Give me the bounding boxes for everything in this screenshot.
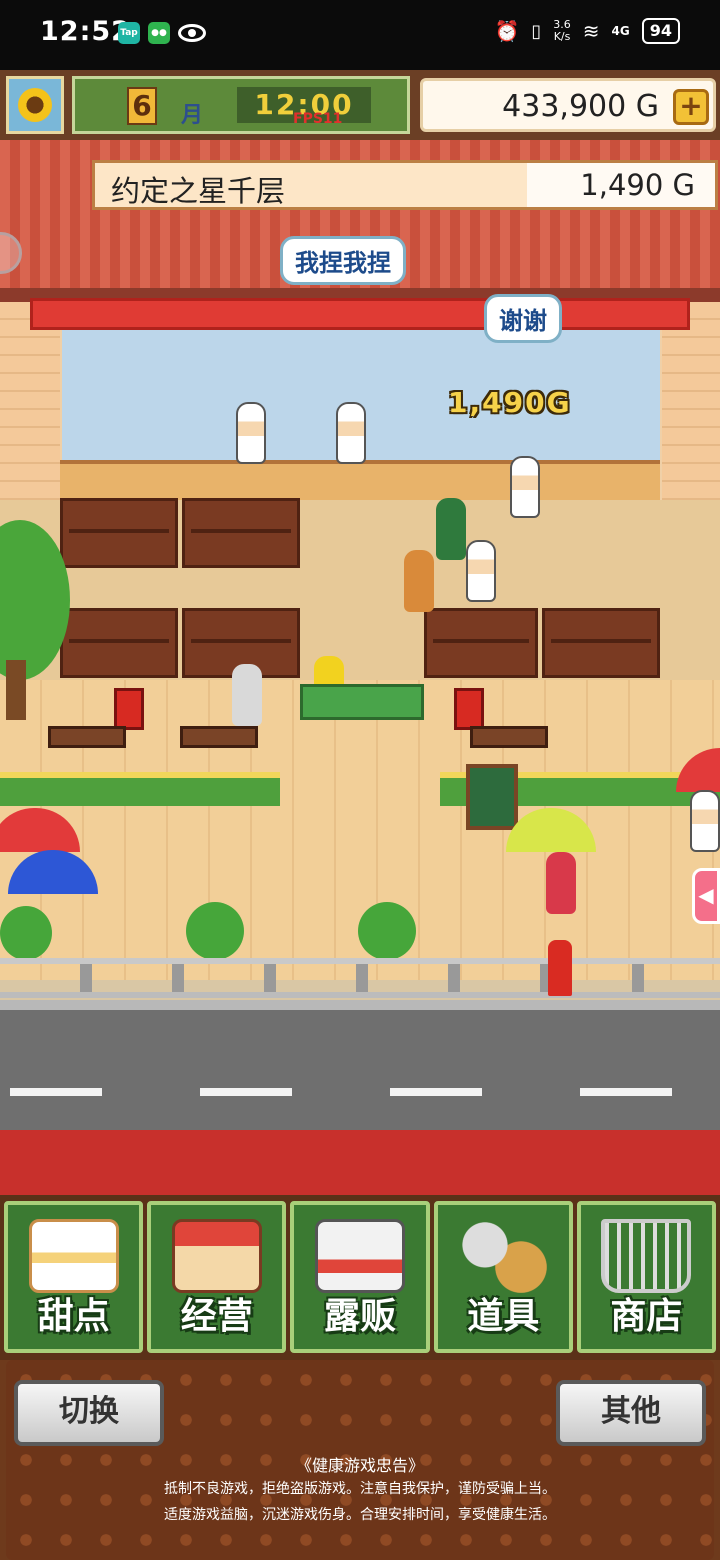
- status-bar: 12:52 Tap ●● ⏰ ▯ 3.6 K/s ≋ 4G 94: [0, 0, 720, 70]
- table: [48, 726, 126, 748]
- lane-marking: [390, 1088, 482, 1096]
- month-label: 月: [181, 103, 204, 128]
- vibrate-icon: ▯: [531, 20, 542, 42]
- lane-marking: [200, 1088, 292, 1096]
- cake-icon: [28, 1219, 119, 1293]
- speech-bubble: 我捏我捏: [280, 236, 406, 285]
- waiter-staff[interactable]: [466, 540, 496, 602]
- sunflower-icon: [18, 88, 52, 122]
- lane-marking: [580, 1088, 672, 1096]
- food-truck-icon: [315, 1219, 405, 1293]
- shop-revenue: 1,490 G: [527, 163, 715, 207]
- customer[interactable]: [436, 498, 466, 560]
- side-panel-toggle[interactable]: ◀: [692, 868, 720, 924]
- eye-icon: [178, 24, 206, 42]
- tree-trunk: [6, 660, 26, 720]
- bush: [358, 902, 416, 960]
- switch-button[interactable]: 切换: [14, 1380, 164, 1446]
- net-speed: 3.6 K/s: [553, 19, 571, 43]
- table: [180, 726, 258, 748]
- pedestrian[interactable]: [546, 852, 576, 914]
- bush: [186, 902, 244, 960]
- menu-label: 甜点: [37, 1296, 110, 1337]
- network-type: 4G: [611, 24, 630, 38]
- status-system-icons: ⏰ ▯ 3.6 K/s ≋ 4G 94: [494, 18, 680, 44]
- health-notice-line: 适度游戏益脑，沉迷游戏伤身。合理安排时间，享受健康生活。: [164, 1507, 556, 1523]
- health-notice-title: 《健康游戏忠告》: [295, 1456, 424, 1475]
- top-hud: 6 月 12:00 FPS11 433,900 G +: [0, 70, 720, 140]
- menu-label: 商店: [610, 1296, 683, 1337]
- shop-name: 约定之星千层: [111, 174, 286, 208]
- pastry-chef[interactable]: [336, 402, 366, 464]
- guard-rail: [0, 958, 720, 998]
- lane-marking: [10, 1088, 102, 1096]
- wifi-icon: ≋: [582, 19, 600, 43]
- bottom-bar: 切换 其他 《健康游戏忠告》 抵制不良游戏，拒绝盗版游戏。注意自我保护，谨防受骗…: [0, 1360, 720, 1560]
- battery-indicator: 94: [641, 18, 680, 44]
- kitchen-counter: [60, 460, 660, 500]
- display-shelf[interactable]: [542, 608, 660, 678]
- main-menu: 甜点 经营 露贩 道具 商店: [0, 1195, 720, 1360]
- date-panel: 6 月 12:00 FPS11: [72, 76, 410, 134]
- customer[interactable]: [404, 550, 434, 612]
- road: [0, 1000, 720, 1130]
- shop-icon: [171, 1219, 262, 1293]
- fps-counter: FPS11: [293, 111, 343, 127]
- month-number: 6: [127, 87, 157, 125]
- game-scene[interactable]: 约定之星千层 1,490 G 我捏我捏 谢谢 1,490G ◀: [0, 140, 720, 1195]
- pastry-chef[interactable]: [236, 402, 266, 464]
- flower-bed: [0, 772, 280, 806]
- money-value: 433,900 G: [502, 89, 659, 124]
- cashier-staff[interactable]: [510, 456, 540, 518]
- shop-emblem-button[interactable]: [6, 76, 64, 134]
- menu-label: 经营: [180, 1296, 253, 1337]
- menu-dessert-button[interactable]: 甜点: [4, 1201, 144, 1353]
- entrance-mat: [300, 684, 424, 720]
- menu-label: 露贩: [324, 1296, 397, 1337]
- chair: [454, 688, 484, 730]
- status-notification-icons: Tap ●●: [118, 22, 206, 44]
- chair: [114, 688, 144, 730]
- customer[interactable]: [232, 664, 262, 726]
- speech-bubble: 谢谢: [484, 294, 562, 343]
- add-money-button[interactable]: +: [673, 89, 709, 125]
- display-shelf[interactable]: [424, 608, 538, 678]
- fire-hydrant: [548, 940, 572, 996]
- items-icon: [458, 1219, 549, 1293]
- money-panel: 433,900 G +: [420, 78, 716, 132]
- menu-stall-button[interactable]: 露贩: [290, 1201, 430, 1353]
- menu-label: 道具: [467, 1296, 540, 1337]
- wechat-icon: ●●: [148, 22, 170, 44]
- menu-store-button[interactable]: 商店: [576, 1201, 717, 1353]
- taptap-icon: Tap: [118, 22, 140, 44]
- pedestrian[interactable]: [690, 790, 720, 852]
- table: [470, 726, 548, 748]
- display-shelf[interactable]: [60, 608, 178, 678]
- menu-items-button[interactable]: 道具: [433, 1201, 573, 1353]
- menu-manage-button[interactable]: 经营: [147, 1201, 287, 1353]
- net-speed-unit: K/s: [553, 30, 571, 43]
- cart-icon: [601, 1219, 692, 1293]
- alarm-icon: ⏰: [494, 19, 520, 43]
- other-button[interactable]: 其他: [556, 1380, 706, 1446]
- display-shelf[interactable]: [182, 498, 300, 568]
- shop-title-bar: 约定之星千层 1,490 G: [92, 160, 718, 210]
- display-shelf[interactable]: [60, 498, 178, 568]
- shop-awning: [30, 298, 690, 330]
- decor-band: [0, 1130, 720, 1195]
- health-notice-line: 抵制不良游戏，拒绝盗版游戏。注意自我保护，谨防受骗上当。: [164, 1481, 556, 1497]
- earnings-popup: 1,490G: [448, 386, 572, 419]
- menu-board[interactable]: [466, 764, 518, 830]
- bush: [0, 906, 52, 960]
